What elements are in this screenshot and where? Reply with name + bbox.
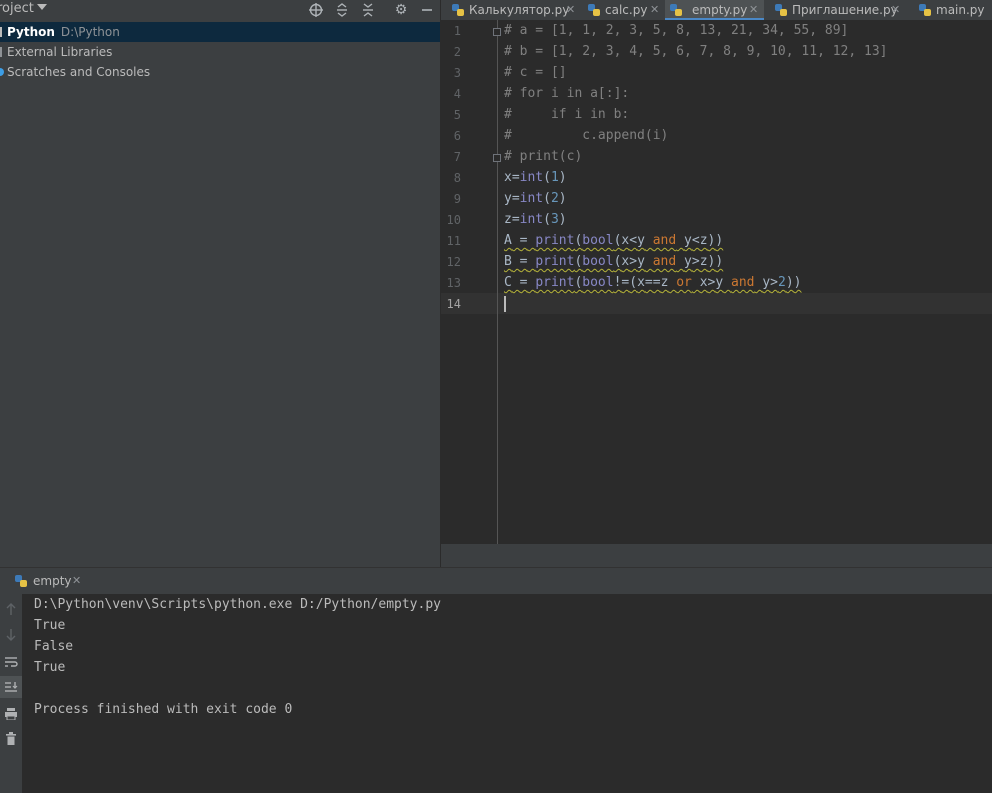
line-number: 10: [446, 213, 461, 227]
line-number: 2: [453, 45, 461, 59]
editor-tab-bar: Калькулятор.py ✕ calc.py ✕ empty.py ✕ Пр…: [441, 0, 992, 20]
chevron-down-icon[interactable]: [37, 4, 47, 10]
tab-label: Приглашение.py: [792, 3, 898, 17]
text-caret: [504, 296, 506, 312]
close-icon[interactable]: ✕: [891, 1, 900, 19]
line-number: 6: [453, 129, 461, 143]
tab-empty[interactable]: empty.py ✕: [665, 0, 764, 20]
python-file-icon: [452, 4, 464, 16]
expand-all-icon[interactable]: [332, 0, 352, 20]
console-line: Process finished with exit code 0: [34, 702, 293, 717]
tree-item-python[interactable]: Python D:\Python: [0, 22, 440, 42]
project-title[interactable]: roject: [0, 1, 34, 16]
print-icon[interactable]: [0, 703, 22, 725]
line-number: 3: [453, 66, 461, 80]
code-line: # a = [1, 1, 2, 3, 5, 8, 13, 21, 34, 55,…: [504, 23, 849, 38]
folder-icon: [0, 27, 2, 37]
tree-item-label: External Libraries: [7, 45, 113, 59]
code-line: x=int(1): [504, 170, 567, 185]
code-line: # b = [1, 2, 3, 4, 5, 6, 7, 8, 9, 10, 11…: [504, 44, 888, 59]
close-icon[interactable]: ✕: [72, 574, 81, 587]
project-header: roject ⚙: [0, 0, 440, 20]
code-line: # c.append(i): [504, 128, 669, 143]
console-line: True: [34, 660, 66, 675]
gear-icon[interactable]: ⚙: [391, 0, 411, 20]
close-icon[interactable]: ✕: [749, 1, 758, 19]
locate-icon[interactable]: [306, 0, 326, 20]
line-number: 13: [446, 276, 461, 290]
code-editor[interactable]: 1 2 3 4 5 6 7 8 9 10 11 12 13 14 # a = […: [441, 20, 992, 544]
code-line: B = print(bool(x>y and y>z)): [504, 254, 724, 269]
python-file-icon: [670, 4, 682, 16]
up-arrow-icon[interactable]: [0, 598, 22, 620]
python-file-icon: [775, 4, 787, 16]
tab-label: main.py: [936, 3, 985, 17]
editor-status-strip: [441, 544, 992, 567]
line-number: 12: [446, 255, 461, 269]
run-console[interactable]: D:\Python\venv\Scripts\python.exe D:/Pyt…: [22, 594, 992, 793]
tab-priglashenie[interactable]: Приглашение.py ✕: [770, 0, 905, 20]
python-file-icon: [919, 4, 931, 16]
code-line: # c = []: [504, 65, 567, 80]
library-icon: [0, 47, 2, 57]
python-file-icon: [15, 575, 27, 587]
trash-icon[interactable]: [0, 728, 22, 750]
code-line: C = print(bool!=(x==z or x>y and y>2)): [504, 275, 802, 290]
console-line: True: [34, 618, 66, 633]
gutter-divider: [497, 20, 498, 544]
soft-wrap-icon[interactable]: [0, 651, 22, 673]
current-line-highlight: [441, 293, 992, 314]
tree-item-label: Python: [7, 25, 55, 39]
tree-item-label: Scratches and Consoles: [7, 65, 151, 79]
collapse-all-icon[interactable]: [358, 0, 378, 20]
console-line: D:\Python\venv\Scripts\python.exe D:/Pyt…: [34, 597, 441, 612]
down-arrow-icon[interactable]: [0, 624, 22, 646]
run-toolbar: [0, 594, 22, 793]
tab-label: empty.py: [692, 3, 748, 17]
tree-item-external-libraries[interactable]: External Libraries: [0, 42, 440, 62]
tab-main[interactable]: main.py: [914, 0, 992, 20]
code-line: A = print(bool(x<y and y<z)): [504, 233, 724, 248]
code-line: z=int(3): [504, 212, 567, 227]
line-number: 11: [446, 234, 461, 248]
tab-calc[interactable]: calc.py ✕: [583, 0, 665, 20]
tree-item-scratches[interactable]: Scratches and Consoles: [0, 62, 440, 82]
close-icon[interactable]: ✕: [566, 1, 575, 19]
scroll-to-end-icon[interactable]: [0, 676, 22, 698]
tab-kalkulyator[interactable]: Калькулятор.py ✕: [447, 0, 577, 20]
minimize-icon[interactable]: [417, 0, 437, 20]
run-tab-label: empty: [33, 574, 72, 588]
console-line: False: [34, 639, 74, 654]
line-number: 9: [453, 192, 461, 206]
code-line: # if i in b:: [504, 107, 630, 122]
code-line: y=int(2): [504, 191, 567, 206]
code-line: # print(c): [504, 149, 583, 164]
python-file-icon: [588, 4, 600, 16]
line-number: 5: [453, 108, 461, 122]
line-number: 8: [453, 171, 461, 185]
close-icon[interactable]: ✕: [650, 1, 659, 19]
line-number: 1: [453, 24, 461, 38]
fold-toggle-icon[interactable]: [493, 28, 501, 36]
tree-item-path: D:\Python: [60, 25, 120, 39]
project-tree: Python D:\Python External Libraries Scrat…: [0, 22, 440, 82]
tab-label: Калькулятор.py: [469, 3, 570, 17]
fold-toggle-icon[interactable]: [493, 154, 501, 162]
tab-label: calc.py: [605, 3, 648, 17]
project-panel: roject ⚙ Python D:\Python External Librar…: [0, 0, 440, 567]
line-number: 7: [453, 150, 461, 164]
line-number: 4: [453, 87, 461, 101]
scratches-icon: [0, 68, 4, 76]
line-number: 14: [446, 297, 461, 311]
run-panel-header: empty ✕: [0, 567, 992, 594]
code-line: # for i in a[:]:: [504, 86, 630, 101]
